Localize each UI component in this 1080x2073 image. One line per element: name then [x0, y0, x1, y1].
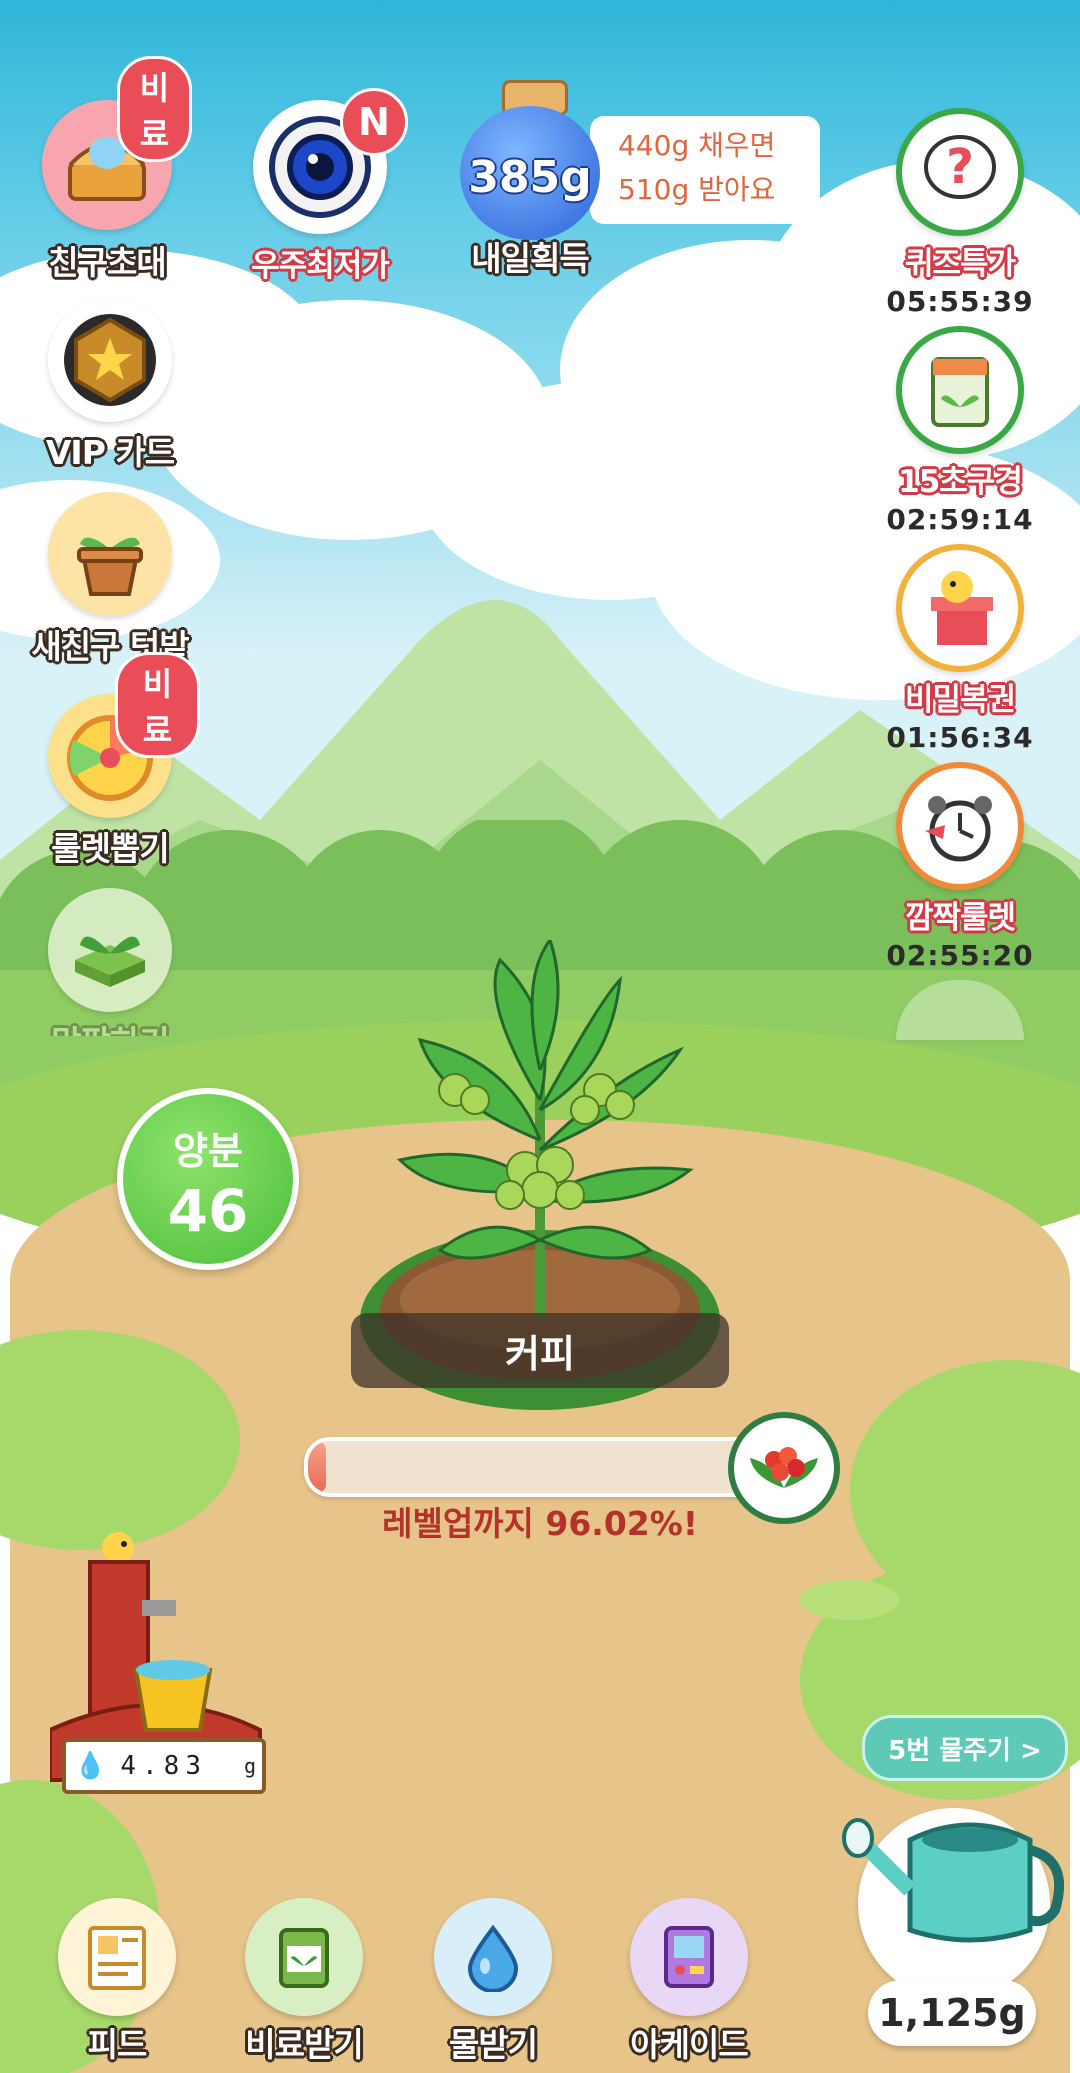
tomorrow-gain-amount: 385g: [468, 152, 592, 203]
fertilizer-badge: 비료: [117, 56, 192, 162]
tomorrow-gain-line1: 440g 채우면: [618, 129, 776, 162]
vip-card-button[interactable]: VIP 카드: [20, 298, 200, 474]
space-lowest-price-button[interactable]: 우주최저가 N: [230, 88, 410, 285]
secret-lottery-button[interactable]: 비밀복권 01:56:34: [880, 544, 1040, 754]
question-bubble-icon: ?: [896, 108, 1024, 236]
water-tank-gauge: 💧 4.83 g: [62, 1738, 266, 1794]
mutual-farm-label: 맞팜하기: [20, 1016, 200, 1036]
gift-box-icon: [896, 544, 1024, 672]
tomorrow-gain-line2: 510g 받아요: [618, 173, 776, 206]
level-progress-text: 레벨업까지 96.02%!: [382, 1504, 698, 1543]
invite-label: 친구초대: [48, 243, 166, 282]
fifteen-sec-view-button[interactable]: 15초구경 02:59:14: [880, 326, 1040, 536]
secret-lottery-label: 비밀복권: [904, 682, 1016, 718]
new-badge: N: [340, 88, 408, 156]
get-water-button[interactable]: 물받기: [428, 1898, 558, 2066]
fifteen-sec-view-label: 15초구경: [898, 464, 1023, 500]
tomorrow-gain-button[interactable]: 385g 내일획득: [440, 80, 620, 280]
water-tank-unit: g: [243, 1754, 256, 1778]
surprise-roulette-timer: 02:55:20: [886, 939, 1034, 972]
mutual-farm-button[interactable]: 맞팜하기: [20, 888, 200, 1036]
watering-can-icon: [842, 1818, 1065, 1943]
svg-text:?: ?: [946, 139, 974, 195]
tomorrow-gain-tooltip: 440g 채우면 510g 받아요: [590, 116, 820, 224]
arcade-button[interactable]: 아케이드: [614, 1898, 764, 2066]
farm-scene: 친구초대 비료 우주최저가 N 440g 채우면 510g 받아요 385g 내…: [0, 0, 1080, 2073]
level-progress-fill: [308, 1441, 327, 1493]
arcade-label: 아케이드: [630, 2025, 748, 2064]
roulette-draw-button[interactable]: 룰렛뽑기 비료: [20, 652, 200, 870]
jar-icon: 385g: [450, 80, 610, 240]
alarm-clock-icon: [896, 762, 1024, 890]
nutrient-indicator[interactable]: 양분 46: [117, 1088, 299, 1270]
quiz-deal-timer: 05:55:39: [886, 285, 1034, 318]
water-five-times-button[interactable]: 5번 물주기 >: [862, 1715, 1068, 1781]
fifteen-sec-view-timer: 02:59:14: [886, 503, 1034, 536]
vip-card-label: VIP 카드: [45, 433, 175, 472]
nutrient-value: 46: [167, 1177, 249, 1245]
fertilizer-badge: 비료: [115, 652, 200, 758]
star-shield-icon: [48, 298, 172, 422]
water-drop-icon: [434, 1898, 552, 2016]
quiz-deal-button[interactable]: ? 퀴즈특가 05:55:39: [880, 108, 1040, 318]
feed-label: 피드: [87, 2025, 148, 2064]
get-water-label: 물받기: [448, 2025, 538, 2064]
level-progress-bar: [304, 1437, 772, 1497]
fertilizer-bag-icon: [245, 1898, 363, 2016]
secret-lottery-timer: 01:56:34: [886, 721, 1034, 754]
water-amount: 1,125g: [868, 1980, 1036, 2046]
plant-name: 커피: [351, 1313, 729, 1388]
grass-patch: [800, 1580, 900, 1620]
get-fertilizer-button[interactable]: 비료받기: [234, 1898, 374, 2066]
space-lowest-label: 우주최저가: [251, 248, 390, 284]
surprise-roulette-label: 깜짝룰렛: [904, 900, 1016, 936]
feed-icon: [58, 1898, 176, 2016]
sprout-block-icon: [48, 888, 172, 1012]
quiz-deal-label: 퀴즈특가: [904, 246, 1016, 282]
surprise-roulette-button[interactable]: 깜짝룰렛 02:55:20: [880, 762, 1040, 972]
feed-button[interactable]: 피드: [52, 1898, 182, 2066]
invite-button[interactable]: 친구초대 비료: [22, 56, 192, 284]
roulette-draw-label: 룰렛뽑기: [51, 829, 169, 868]
nutrient-label: 양분: [173, 1129, 243, 1173]
get-fertilizer-label: 비료받기: [245, 2025, 363, 2064]
seed-bag-icon: [896, 326, 1024, 454]
arcade-machine-icon: [630, 1898, 748, 2016]
water-drop-icon: 💧: [74, 1751, 107, 1781]
flowerpot-icon: [48, 492, 172, 616]
new-friend-garden-button[interactable]: 새친구 텃밭: [10, 492, 210, 668]
water-tank-value: 4.83: [120, 1751, 207, 1781]
